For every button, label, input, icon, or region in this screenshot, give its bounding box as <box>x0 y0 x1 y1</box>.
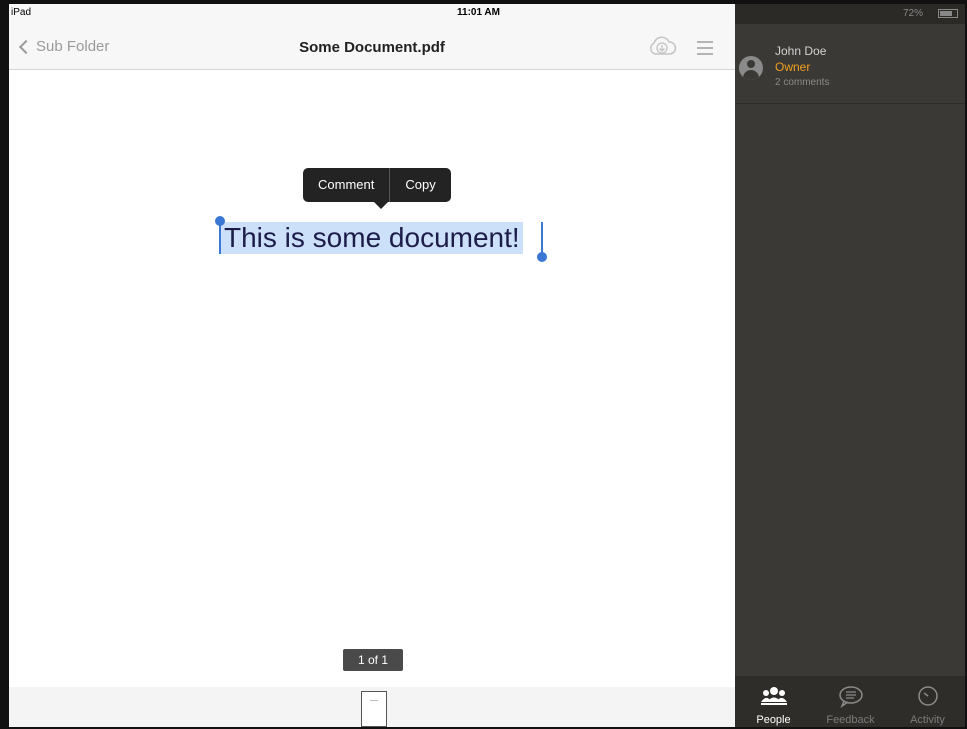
battery-icon <box>938 9 958 18</box>
user-comment-count: 2 comments <box>775 77 830 88</box>
ipad-frame: iPad 11:01 AM Sub Folder Some Document.p… <box>0 0 967 729</box>
selected-document-text[interactable]: This is some document! <box>221 222 523 254</box>
download-cloud-icon[interactable] <box>647 34 677 63</box>
clock: 11:01 AM <box>457 7 500 18</box>
tab-feedback-label: Feedback <box>826 714 875 726</box>
page-thumbnail-strip <box>9 687 735 727</box>
tab-activity[interactable]: Activity <box>889 676 965 727</box>
menu-icon[interactable] <box>697 41 713 59</box>
selection-start-handle[interactable] <box>215 216 225 226</box>
page-indicator: 1 of 1 <box>343 649 403 671</box>
avatar <box>739 56 763 80</box>
status-bar-right: 72% <box>735 4 965 24</box>
side-panel-tab-bar: People Feedback Activity <box>735 676 965 727</box>
tab-people-label: People <box>756 714 791 726</box>
selection-end-caret <box>541 222 543 254</box>
activity-icon <box>918 686 938 706</box>
back-button[interactable]: Sub Folder <box>17 38 109 55</box>
user-name: John Doe <box>775 44 827 58</box>
side-panel: 72% John Doe Owner 2 comments People Fee… <box>735 4 965 727</box>
feedback-icon <box>839 686 863 708</box>
tab-people[interactable]: People <box>735 676 812 727</box>
tab-feedback[interactable]: Feedback <box>812 676 889 727</box>
document-pane: iPad 11:01 AM Sub Folder Some Document.p… <box>9 4 735 727</box>
page-thumbnail[interactable] <box>361 691 387 727</box>
selection-end-handle[interactable] <box>537 252 547 262</box>
comment-button[interactable]: Comment <box>303 168 389 202</box>
copy-button[interactable]: Copy <box>389 168 450 202</box>
chevron-left-icon <box>18 39 34 54</box>
people-icon <box>761 687 787 705</box>
status-bar: iPad 11:01 AM <box>9 4 735 22</box>
selection-start-caret <box>219 222 221 254</box>
battery-percent: 72% <box>903 8 924 19</box>
popover-arrow <box>373 201 389 209</box>
tab-activity-label: Activity <box>910 714 945 726</box>
navigation-bar: Sub Folder Some Document.pdf <box>9 22 735 70</box>
text-selection-menu: Comment Copy <box>303 168 451 209</box>
document-title: Some Document.pdf <box>299 39 445 56</box>
user-role: Owner <box>775 60 811 74</box>
carrier-label: iPad <box>11 7 32 18</box>
back-button-label: Sub Folder <box>36 38 110 55</box>
user-list-item[interactable]: John Doe Owner 2 comments <box>735 30 965 104</box>
